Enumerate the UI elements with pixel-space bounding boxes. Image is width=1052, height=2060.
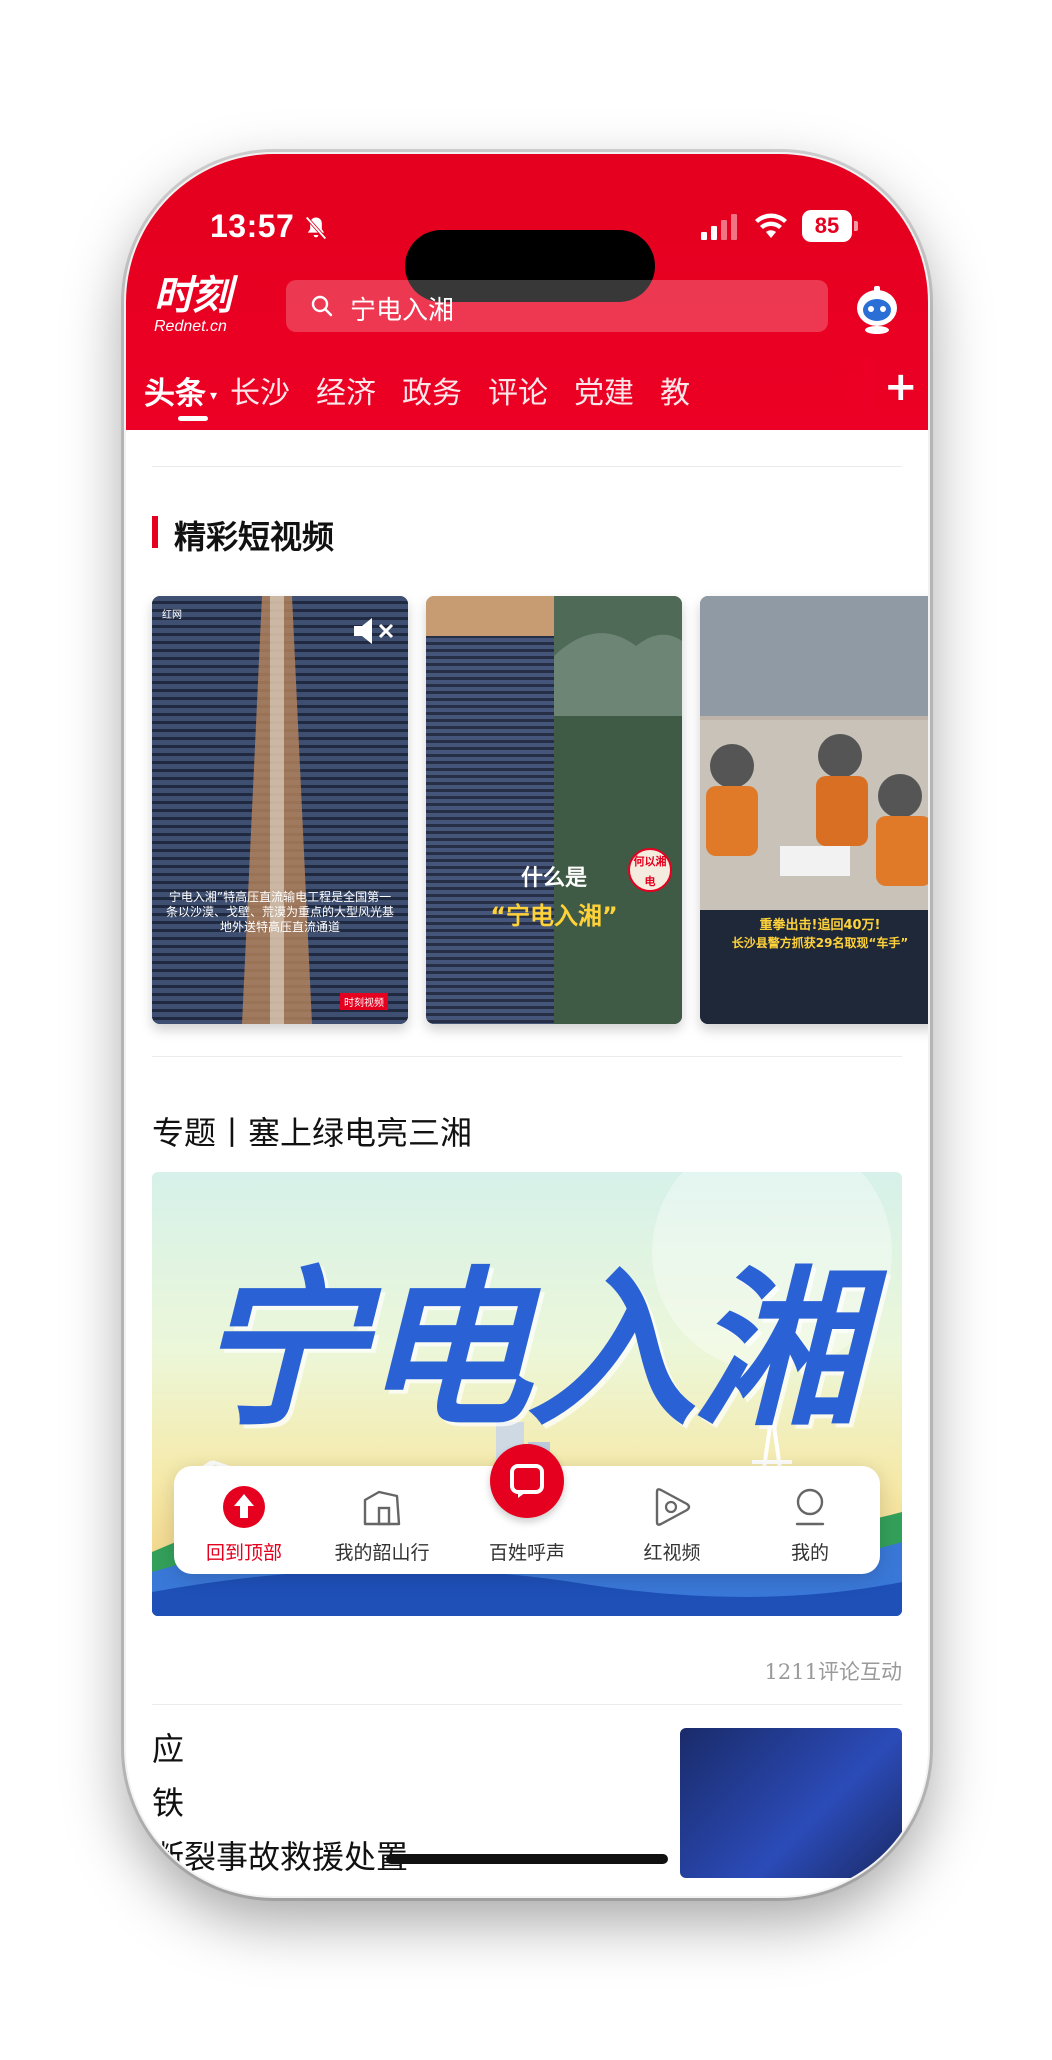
video-card-3[interactable]: 重拳出击!追回40万! 长沙县警方抓获29名取现“车手” bbox=[700, 596, 928, 1024]
video-title-line2: 长沙县警方抓获29名取现“车手” bbox=[731, 936, 909, 950]
section-title-text: 精彩短视频 bbox=[174, 518, 335, 556]
tab-education[interactable]: 教 bbox=[660, 368, 690, 412]
status-time: 13:57 bbox=[210, 208, 295, 244]
comment-count: 1211评论互动 bbox=[764, 1660, 902, 1684]
divider bbox=[152, 1704, 902, 1705]
phone-frame: 13:57 85 时刻 Rednet.cn 宁电入湘 头条 ▾ 长沙 经济 政务… bbox=[124, 152, 930, 1898]
tab-mine[interactable]: 我的 bbox=[740, 1466, 880, 1574]
tab-people-voice[interactable]: 百姓呼声 bbox=[457, 1444, 597, 1574]
police-scene-image bbox=[700, 596, 928, 1024]
tab-label: 我的 bbox=[790, 1542, 829, 1564]
search-icon bbox=[311, 295, 333, 317]
chevron-down-icon: ▾ bbox=[210, 387, 218, 404]
tab-label: 回到顶部 bbox=[205, 1542, 282, 1564]
feed: 精彩短视频 红网 宁电入湘”特高压直流输电工程是全国第一条以沙漠、戈壁、荒漠为重… bbox=[126, 430, 928, 1896]
tab-back-to-top[interactable]: 回到顶部 bbox=[174, 1466, 314, 1574]
house-icon bbox=[363, 1490, 401, 1526]
tab-economy[interactable]: 经济 bbox=[316, 368, 376, 412]
tab-label: 百姓呼声 bbox=[488, 1542, 565, 1564]
video-card-2[interactable]: 何以湘电 什么是 “宁电入湘” bbox=[426, 596, 682, 1024]
video-card-1[interactable]: 红网 宁电入湘”特高压直流输电工程是全国第一条以沙漠、戈壁、荒漠为重点的大型风光… bbox=[152, 596, 408, 1024]
bottom-tabbar: 回到顶部 我的韶山行 百姓呼声 红视频 我的 bbox=[174, 1444, 880, 1574]
tab-label: 红视频 bbox=[643, 1542, 701, 1564]
people-voice-button[interactable] bbox=[490, 1444, 564, 1518]
next-item-line2[interactable]: 铁 bbox=[152, 1778, 184, 1824]
active-tab-indicator bbox=[178, 416, 208, 421]
video-title-line1: 什么是 bbox=[520, 866, 587, 891]
tab-shaoshan[interactable]: 我的韶山行 bbox=[312, 1466, 452, 1574]
next-item-thumbnail[interactable] bbox=[680, 1728, 902, 1878]
search-text: 宁电入湘 bbox=[350, 296, 455, 326]
logo-sub: Rednet.cn bbox=[154, 318, 227, 335]
section-marker bbox=[152, 516, 158, 548]
next-item-line3[interactable]: 断裂事故救援处置 bbox=[152, 1832, 408, 1878]
tabs-fade bbox=[826, 358, 876, 428]
video-title-line1: 重拳出击!追回40万! bbox=[759, 918, 881, 933]
mute-icon[interactable] bbox=[352, 616, 396, 646]
battery-icon: 85 bbox=[802, 210, 858, 242]
search-bar[interactable]: 宁电入湘 bbox=[286, 280, 828, 332]
video-brand-label: 红网 bbox=[162, 610, 182, 621]
divider bbox=[152, 1056, 902, 1057]
channel-tabs: 头条 ▾ 长沙 经济 政务 评论 党建 教 bbox=[144, 358, 904, 428]
robot-assistant-icon[interactable] bbox=[852, 280, 902, 334]
video-caption: 宁电入湘”特高压直流输电工程是全国第一条以沙漠、戈壁、荒漠为重点的大型风光基地外… bbox=[166, 890, 395, 934]
user-icon bbox=[795, 1488, 825, 1526]
solar-mountain-image bbox=[426, 596, 682, 1024]
app-logo[interactable]: 时刻 Rednet.cn bbox=[154, 276, 258, 342]
bell-muted-icon bbox=[305, 216, 327, 240]
app-header: 13:57 85 时刻 Rednet.cn 宁电入湘 头条 ▾ 长沙 经济 政务… bbox=[126, 154, 928, 430]
wifi-icon bbox=[755, 213, 787, 238]
arrow-up-circle-icon bbox=[223, 1486, 265, 1528]
tab-party-building[interactable]: 党建 bbox=[574, 368, 634, 412]
chat-bubble-icon bbox=[510, 1464, 544, 1498]
battery-level: 85 bbox=[802, 210, 852, 242]
video-title-line2: “宁电入湘” bbox=[490, 902, 618, 930]
tab-commentary[interactable]: 评论 bbox=[488, 368, 548, 412]
tab-toutiao[interactable]: 头条 ▾ bbox=[144, 368, 217, 413]
cellular-signal-icon bbox=[701, 214, 737, 240]
topic-title[interactable]: 专题丨塞上绿电亮三湘 bbox=[152, 1108, 472, 1154]
logo-main: 时刻 bbox=[154, 272, 232, 319]
tab-changsha[interactable]: 长沙 bbox=[230, 368, 290, 412]
tab-government[interactable]: 政务 bbox=[402, 368, 462, 412]
play-icon bbox=[655, 1488, 691, 1526]
tab-label: 我的韶山行 bbox=[334, 1542, 430, 1564]
next-item-line1[interactable]: 应 bbox=[152, 1724, 184, 1770]
home-indicator[interactable] bbox=[386, 1854, 668, 1864]
divider bbox=[152, 466, 902, 467]
status-bar: 13:57 85 bbox=[126, 200, 928, 302]
video-brand-badge: 时刻视频 bbox=[340, 993, 388, 1010]
screen: 13:57 85 时刻 Rednet.cn 宁电入湘 头条 ▾ 长沙 经济 政务… bbox=[126, 154, 928, 1896]
solar-field-image bbox=[152, 596, 408, 1024]
tab-red-video[interactable]: 红视频 bbox=[602, 1466, 742, 1574]
add-channel-icon[interactable]: + bbox=[884, 364, 918, 410]
banner-title: 宁电入湘 bbox=[194, 1250, 863, 1450]
